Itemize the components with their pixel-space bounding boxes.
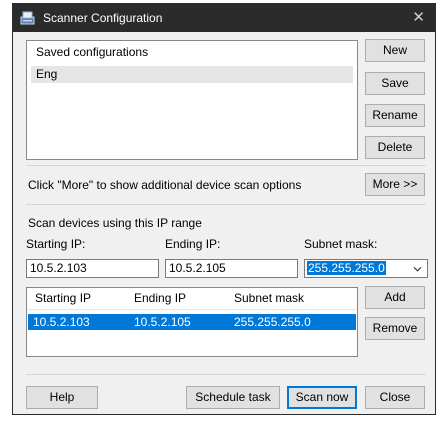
list-item-saved-configurations[interactable]: Saved configurations — [31, 44, 353, 61]
divider — [26, 165, 426, 166]
column-header-ending-ip[interactable]: Ending IP — [134, 288, 186, 309]
subnet-mask-select[interactable]: 255.255.255.0 — [304, 259, 428, 278]
ip-ranges-table[interactable]: Starting IP Ending IP Subnet mask 10.5.2… — [26, 287, 358, 357]
more-button[interactable]: More >> — [365, 173, 425, 196]
window-title: Scanner Configuration — [43, 11, 163, 25]
subnet-mask-value: 255.255.255.0 — [307, 261, 386, 275]
cell-subnet-mask: 255.255.255.0 — [234, 315, 311, 329]
saved-configurations-list[interactable]: Saved configurations Eng — [26, 40, 358, 160]
subnet-mask-label: Subnet mask: — [304, 237, 378, 251]
table-row[interactable]: 10.5.2.103 10.5.2.105 255.255.255.0 — [28, 314, 356, 330]
scanner-configuration-dialog: Scanner Configuration ✕ Saved configurat… — [12, 3, 436, 415]
add-button[interactable]: Add — [365, 286, 425, 309]
table-header: Starting IP Ending IP Subnet mask — [27, 288, 357, 310]
starting-ip-label: Starting IP: — [26, 237, 86, 251]
rename-button[interactable]: Rename — [365, 104, 425, 127]
more-options-hint: Click "More" to show additional device s… — [28, 178, 302, 192]
list-item-label: Eng — [36, 67, 58, 81]
column-header-subnet-mask[interactable]: Subnet mask — [234, 288, 304, 309]
ending-ip-field[interactable]: 10.5.2.105 — [165, 259, 298, 278]
column-header-starting-ip[interactable]: Starting IP — [35, 288, 91, 309]
ip-range-heading: Scan devices using this IP range — [28, 216, 202, 230]
title-bar[interactable]: Scanner Configuration ✕ — [13, 4, 435, 32]
ending-ip-label: Ending IP: — [165, 237, 221, 251]
remove-button[interactable]: Remove — [365, 317, 425, 340]
chevron-down-icon[interactable] — [413, 266, 422, 272]
scanner-icon — [20, 11, 35, 25]
close-icon[interactable]: ✕ — [412, 8, 425, 26]
divider — [26, 204, 426, 205]
cell-ending-ip: 10.5.2.105 — [134, 315, 191, 329]
list-item-label: Saved configurations — [36, 45, 149, 59]
schedule-task-button[interactable]: Schedule task — [186, 386, 280, 409]
new-button[interactable]: New — [365, 39, 425, 62]
list-item-eng[interactable]: Eng — [31, 66, 353, 83]
cell-starting-ip: 10.5.2.103 — [33, 315, 90, 329]
divider — [26, 374, 426, 375]
close-button[interactable]: Close — [365, 386, 425, 409]
save-button[interactable]: Save — [365, 72, 425, 95]
delete-button[interactable]: Delete — [365, 136, 425, 159]
starting-ip-field[interactable]: 10.5.2.103 — [26, 259, 159, 278]
scan-now-button[interactable]: Scan now — [287, 386, 357, 409]
help-button[interactable]: Help — [26, 386, 98, 409]
